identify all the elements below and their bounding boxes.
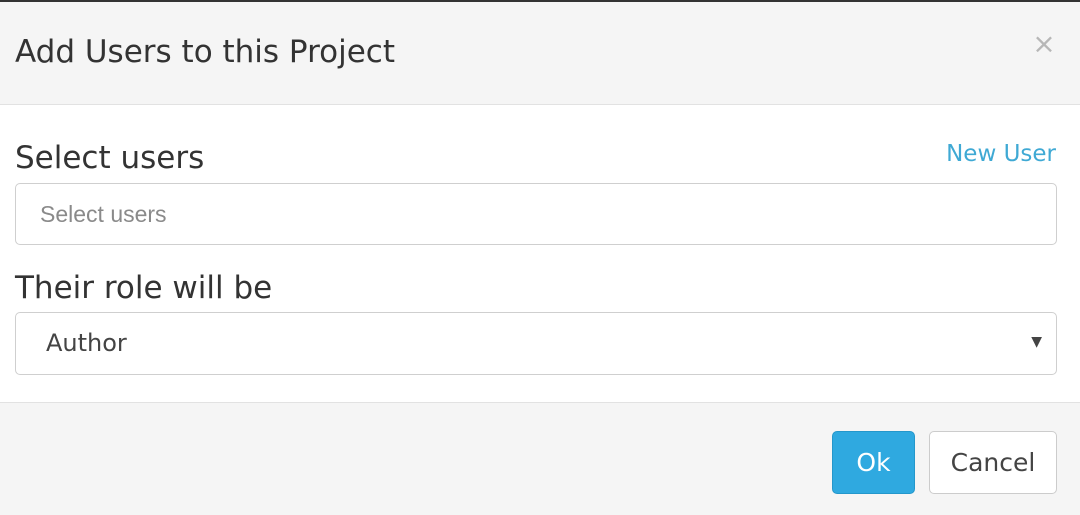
- dialog-body: Select users New User Their role will be…: [0, 105, 1080, 402]
- dialog-header: Add Users to this Project ×: [0, 2, 1080, 105]
- select-users-input[interactable]: [15, 183, 1057, 245]
- role-label: Their role will be: [15, 270, 273, 306]
- role-select-value: Author: [46, 329, 127, 357]
- select-users-label: Select users: [15, 140, 205, 176]
- add-users-dialog: Add Users to this Project × Select users…: [0, 0, 1080, 515]
- dialog-title: Add Users to this Project: [15, 34, 395, 70]
- ok-button[interactable]: Ok: [832, 431, 915, 494]
- cancel-button[interactable]: Cancel: [929, 431, 1057, 494]
- role-select[interactable]: Author ▼: [15, 312, 1057, 375]
- dialog-footer: Ok Cancel: [0, 402, 1080, 515]
- caret-down-icon: ▼: [1031, 334, 1042, 350]
- new-user-link[interactable]: New User: [946, 139, 1056, 169]
- close-icon[interactable]: ×: [1032, 30, 1056, 58]
